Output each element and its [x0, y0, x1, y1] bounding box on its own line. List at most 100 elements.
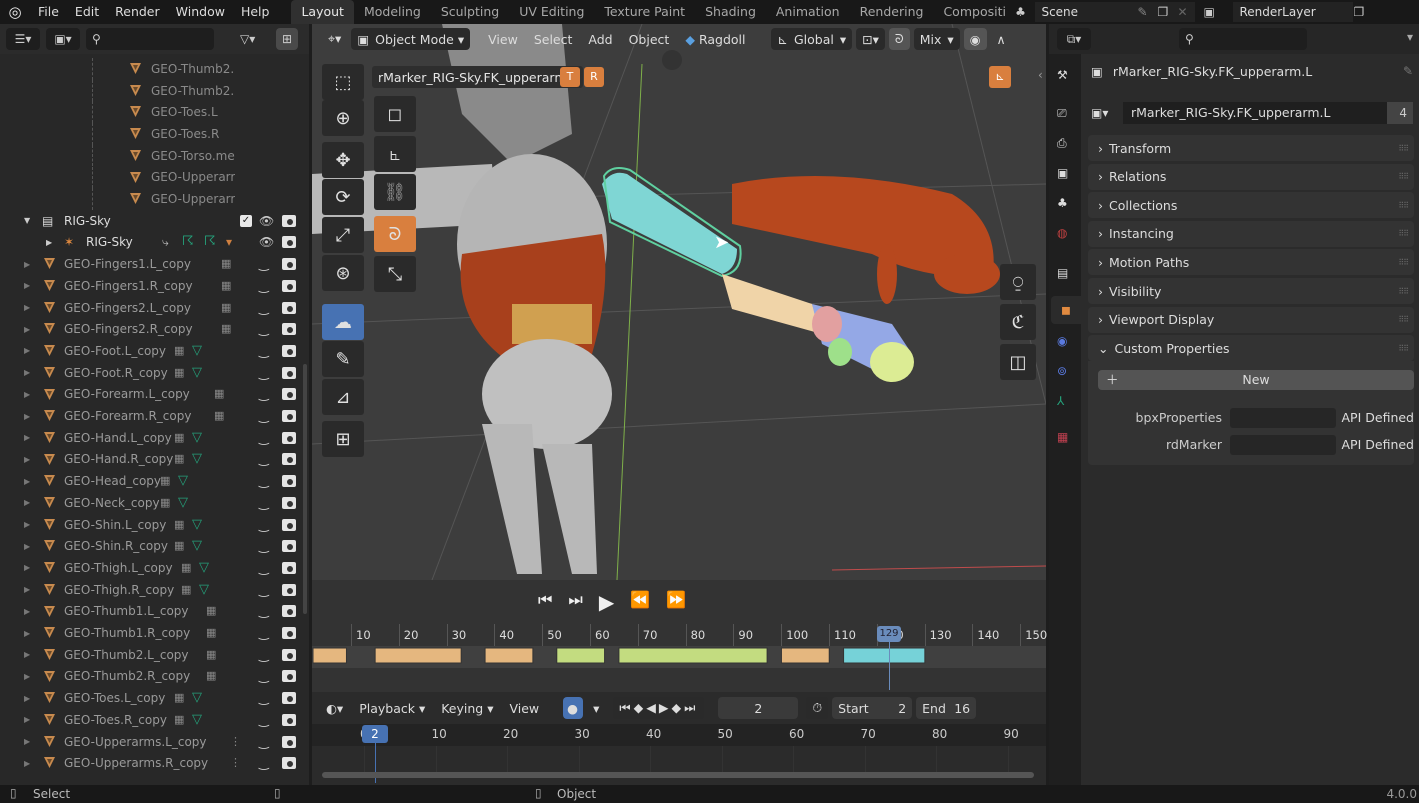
camera-icon[interactable] — [282, 388, 296, 401]
tab-collection-icon[interactable]: ▤ — [1057, 266, 1068, 280]
eye-closed-icon[interactable]: ‿ — [259, 496, 269, 510]
outliner-item[interactable]: ▶ GEO-Fingers1.R_copy ▦ ‿ — [0, 275, 305, 297]
eye-closed-icon[interactable]: ‿ — [259, 301, 269, 315]
editor-type-dropdown[interactable]: ⌖▾ — [322, 28, 347, 50]
tab-texture-icon[interactable]: ▦ — [1057, 430, 1068, 444]
delete-scene-icon[interactable]: ✕ — [1177, 5, 1197, 19]
tab-world-icon[interactable]: ◍ — [1057, 226, 1067, 240]
panel-collections[interactable]: › Collections ⠿⠿ — [1088, 192, 1414, 219]
tab-output-icon[interactable]: ⎙ — [1057, 136, 1067, 151]
outliner-nested-item[interactable]: GEO-Thumb2. — [0, 58, 305, 80]
ragdoll-menu[interactable]: ◆ Ragdoll — [679, 28, 751, 50]
pivot-dropdown[interactable]: ⊡▾ — [856, 28, 885, 50]
tab-tool-icon[interactable]: ⚒ — [1057, 68, 1068, 82]
expand-right-icon[interactable]: ▶ — [24, 737, 30, 746]
falloff-icon[interactable]: ∧ — [991, 28, 1012, 50]
timeline-segment[interactable] — [484, 647, 534, 664]
menu-view[interactable]: View — [482, 28, 524, 50]
camera-icon[interactable] — [282, 323, 296, 336]
expand-right-icon[interactable]: ▶ — [24, 368, 30, 377]
eye-closed-icon[interactable]: ‿ — [259, 735, 269, 749]
drag-grip-icon[interactable]: ⠿⠿ — [1398, 258, 1409, 267]
scene-selector-icon[interactable]: ♣ — [1005, 5, 1035, 19]
menu-render[interactable]: Render — [107, 0, 168, 24]
custom-properties-panel-header[interactable]: ⌄ Custom Properties ⠿⠿ — [1088, 335, 1414, 361]
outliner-item[interactable]: ▶ GEO-Thumb1.L_copy ▦ ‿ — [0, 601, 305, 623]
camera-icon[interactable] — [282, 214, 296, 227]
measure-tool[interactable]: ⊿ — [322, 379, 364, 415]
start-frame-field[interactable]: Start 2 — [832, 697, 913, 719]
transport-controls[interactable]: ⏮◆◀▶◆⏭ — [613, 697, 705, 719]
ragdoll-angle-tool[interactable]: ⦜ — [374, 136, 416, 172]
tab-shading[interactable]: Shading — [695, 0, 766, 24]
camera-icon[interactable] — [282, 344, 296, 357]
display-mode-dropdown[interactable]: ☰▾ — [6, 28, 40, 50]
timeline-segment[interactable] — [843, 647, 926, 664]
expand-right-icon[interactable]: ▶ — [24, 412, 30, 421]
filter-view-dropdown[interactable]: ▣▾ — [46, 28, 80, 50]
eye-icon[interactable]: 👁 — [259, 214, 274, 228]
drag-grip-icon[interactable]: ⠿⠿ — [1398, 287, 1409, 296]
ragdoll-link-tool[interactable]: ⛓ — [374, 174, 416, 210]
eye-closed-icon[interactable]: ‿ — [259, 452, 269, 466]
3d-viewport[interactable]: ⌖▾ ▣ Object Mode ▾ View Select Add Object… — [312, 24, 1046, 580]
keying-menu[interactable]: Keying ▾ — [435, 697, 499, 719]
eye-closed-icon[interactable]: ‿ — [259, 713, 269, 727]
expand-right-icon[interactable]: ▶ — [24, 498, 30, 507]
select-box-tool[interactable]: ⬚ — [322, 64, 364, 100]
camera-icon[interactable] — [282, 258, 296, 271]
drag-grip-icon[interactable]: ⠿⠿ — [1398, 201, 1409, 210]
outliner-item[interactable]: ▶ GEO-Upperarms.L_copy ⋮ ‿ — [0, 731, 305, 753]
pin-icon[interactable]: ✎ — [1137, 5, 1157, 19]
orientation-dropdown[interactable]: ⊾ Global ▾ — [771, 28, 853, 50]
camera-icon[interactable] — [282, 735, 296, 748]
expand-right-icon[interactable]: ▶ — [24, 759, 30, 768]
properties-editor-type[interactable]: ⧉▾ — [1057, 28, 1091, 50]
add-cube-tool[interactable]: ⊞ — [322, 421, 364, 457]
eye-closed-icon[interactable]: ‿ — [259, 279, 269, 293]
eye-closed-icon[interactable]: ‿ — [259, 518, 269, 532]
tab-compositing[interactable]: Compositin — [933, 0, 1005, 24]
new-scene-icon[interactable]: ❐ — [1157, 5, 1177, 19]
eye-closed-icon[interactable]: ‿ — [259, 387, 269, 401]
outliner-item[interactable]: ▶ GEO-Toes.L_copy ▦ ▽ ‿ — [0, 687, 305, 709]
timeline-ruler-bottom[interactable]: 0102030405060708090 — [312, 724, 1046, 776]
properties-search[interactable]: ⚲ — [1179, 28, 1307, 50]
tab-layout[interactable]: Layout — [291, 0, 354, 24]
timeline-scrollbar[interactable] — [322, 772, 1034, 778]
tab-animation[interactable]: Animation — [766, 0, 850, 24]
tab-view-layer-icon[interactable]: ▣ — [1057, 166, 1068, 180]
tab-data-icon[interactable]: ⅄ — [1057, 394, 1064, 408]
move-tool[interactable]: ✥ — [322, 142, 364, 178]
expand-right-icon[interactable]: ▶ — [24, 542, 30, 551]
ragdoll-preference-icon[interactable]: ⊾ — [989, 66, 1011, 88]
outliner-item[interactable]: ▶ GEO-Foot.L_copy ▦ ▽ ‿ — [0, 340, 305, 362]
ragdoll-tool[interactable]: ☁ — [322, 304, 364, 340]
expand-right-icon[interactable]: ▶ — [24, 585, 30, 594]
outliner-item[interactable]: ▶ GEO-Head_copy ▦ ▽ ‿ — [0, 470, 305, 492]
camera-icon[interactable] — [282, 670, 296, 683]
proportional-edit-toggle[interactable]: ◉ — [963, 28, 987, 50]
eye-closed-icon[interactable]: ‿ — [259, 756, 269, 770]
menu-add[interactable]: Add — [582, 28, 618, 50]
collapse-sidebar-icon[interactable]: ‹ — [1038, 68, 1043, 82]
custom-property-field[interactable] — [1230, 408, 1336, 428]
camera-icon[interactable] — [282, 453, 296, 466]
current-frame-field[interactable]: 2 — [718, 697, 799, 719]
eye-closed-icon[interactable]: ‿ — [259, 691, 269, 705]
eye-closed-icon[interactable]: ‿ — [259, 561, 269, 575]
tab-render-icon[interactable]: ⎚ — [1057, 106, 1067, 121]
expand-right-icon[interactable]: ▶ — [24, 303, 30, 312]
panel-visibility[interactable]: › Visibility ⠿⠿ — [1088, 278, 1414, 304]
user-count[interactable]: 4 — [1387, 102, 1413, 124]
camera-icon[interactable] — [282, 713, 296, 726]
keying-set-dropdown[interactable]: ▾ — [587, 697, 605, 719]
auto-keying-toggle[interactable]: ● — [563, 697, 584, 719]
tab-uv-editing[interactable]: UV Editing — [509, 0, 594, 24]
eye-closed-icon[interactable]: ‿ — [259, 669, 269, 683]
expand-right-icon[interactable]: ▶ — [24, 650, 30, 659]
eye-closed-icon[interactable]: ‿ — [259, 344, 269, 358]
outliner-item[interactable]: ▶ GEO-Forearm.R_copy ▦ ‿ — [0, 405, 305, 427]
ragdoll-assign-tool[interactable]: ◻ — [374, 96, 416, 132]
tab-rendering[interactable]: Rendering — [850, 0, 934, 24]
